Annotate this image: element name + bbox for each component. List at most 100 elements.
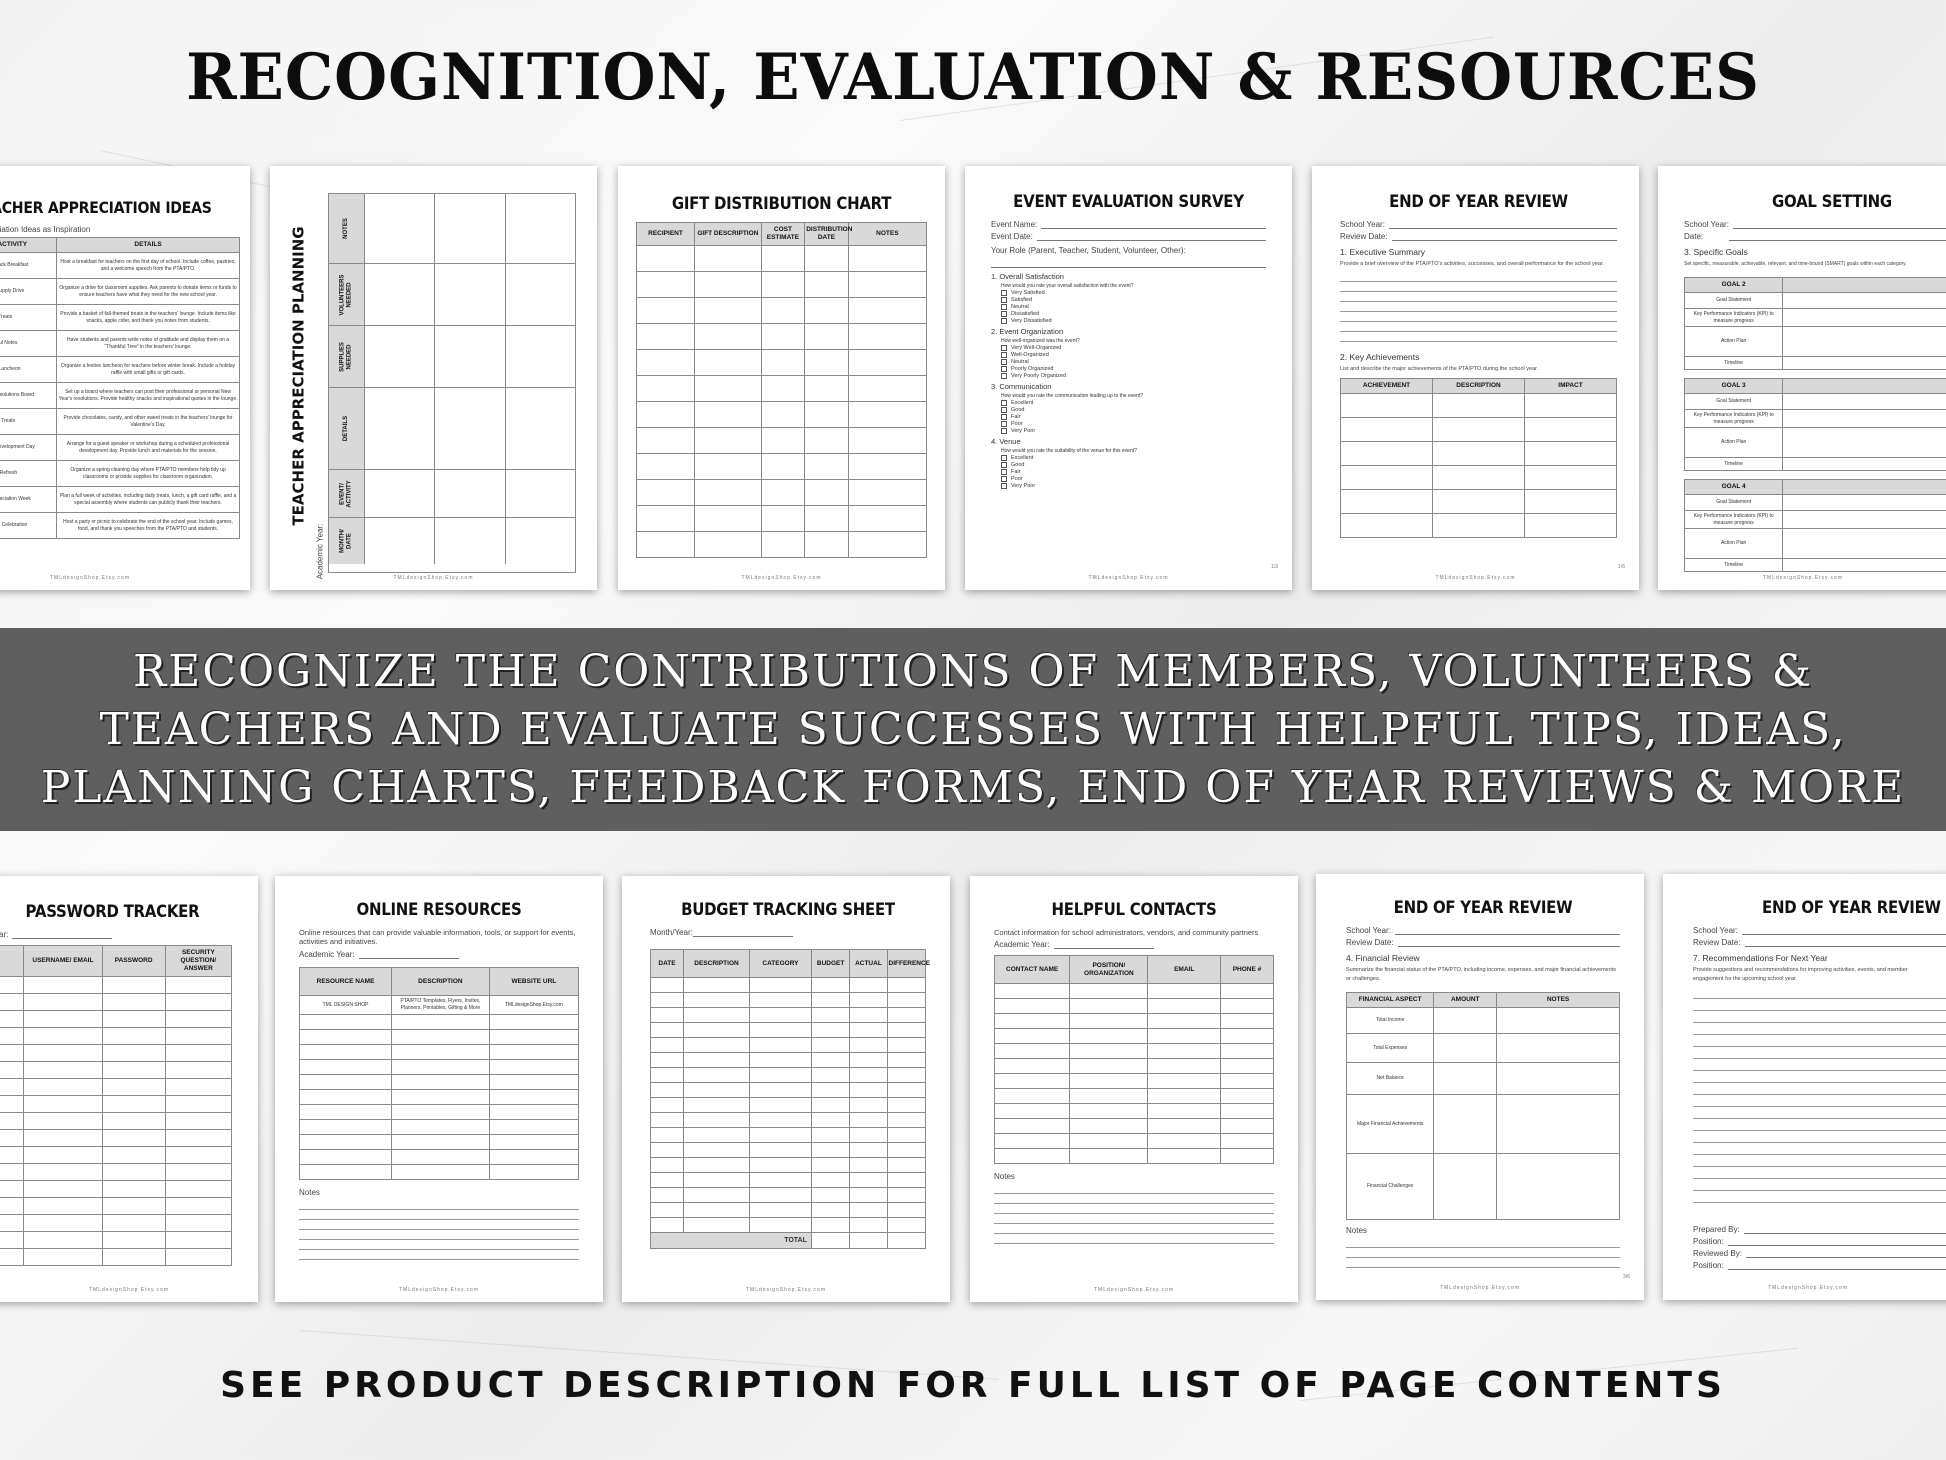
table-cell[interactable]	[749, 1037, 812, 1053]
table-cell[interactable]	[749, 1082, 812, 1098]
school-year-field[interactable]: School Year:	[1693, 926, 1946, 935]
writing-line[interactable]	[1693, 1167, 1946, 1179]
table-cell[interactable]	[1432, 513, 1525, 538]
signoff-field[interactable]: Position:	[1693, 1237, 1946, 1246]
table-cell[interactable]	[1147, 998, 1221, 1014]
table-cell[interactable]	[1147, 983, 1221, 999]
school-year-field[interactable]: School Year:	[1346, 926, 1620, 935]
table-cell[interactable]	[847, 349, 928, 376]
table-cell[interactable]	[749, 992, 812, 1008]
table-cell[interactable]	[804, 453, 849, 480]
table-cell[interactable]	[650, 1187, 684, 1203]
table-cell[interactable]	[804, 401, 849, 428]
checkbox-icon[interactable]	[1001, 373, 1007, 379]
table-cell[interactable]	[849, 1007, 888, 1023]
table-cell[interactable]	[683, 1097, 750, 1113]
table-cell[interactable]	[391, 1059, 490, 1075]
checkbox-icon[interactable]	[1001, 352, 1007, 358]
table-cell[interactable]	[1524, 489, 1617, 514]
table-cell[interactable]	[694, 375, 762, 402]
table-cell[interactable]	[506, 518, 575, 564]
table-cell[interactable]	[488, 1104, 580, 1120]
table-cell[interactable]	[23, 993, 103, 1011]
table-cell[interactable]	[23, 1163, 103, 1181]
table-cell[interactable]	[650, 1007, 684, 1023]
writing-line[interactable]	[1693, 1191, 1946, 1203]
table-cell[interactable]	[636, 297, 695, 324]
table-cell[interactable]	[683, 992, 750, 1008]
table-cell[interactable]	[683, 1217, 750, 1233]
table-cell[interactable]	[993, 998, 1071, 1014]
table-cell[interactable]	[488, 1134, 580, 1150]
notes-cell[interactable]	[1496, 1153, 1620, 1220]
writing-line[interactable]	[1693, 1035, 1946, 1047]
checkbox-icon[interactable]	[1001, 483, 1007, 489]
checkbox-icon[interactable]	[1001, 414, 1007, 420]
table-cell[interactable]	[1147, 1043, 1221, 1059]
table-cell[interactable]	[488, 1029, 580, 1045]
writing-line[interactable]	[1693, 1047, 1946, 1059]
table-cell[interactable]	[488, 1074, 580, 1090]
writing-line[interactable]	[1693, 1011, 1946, 1023]
table-cell[interactable]	[650, 1202, 684, 1218]
table-cell[interactable]	[1432, 393, 1525, 418]
writing-line[interactable]	[1693, 1071, 1946, 1083]
table-cell[interactable]	[391, 1014, 490, 1030]
table-cell[interactable]	[847, 401, 928, 428]
table-cell[interactable]	[993, 1073, 1071, 1089]
table-cell[interactable]	[164, 1231, 233, 1249]
role-input-line[interactable]	[991, 258, 1266, 268]
table-cell[interactable]	[993, 1103, 1071, 1119]
recommendation-lines[interactable]	[1693, 987, 1946, 1203]
table-cell[interactable]	[1340, 513, 1433, 538]
checkbox-icon[interactable]	[1001, 345, 1007, 351]
table-cell[interactable]	[101, 1129, 166, 1147]
table-cell[interactable]	[506, 388, 575, 469]
table-cell[interactable]	[391, 1089, 490, 1105]
table-cell[interactable]	[164, 1095, 233, 1113]
checkbox-option[interactable]: Poor	[1001, 421, 1266, 427]
sheet-end-of-year-review-recommendations[interactable]: END OF YEAR REVIEW School Year: Review D…	[1663, 874, 1946, 1300]
table-cell[interactable]	[804, 297, 849, 324]
table-cell[interactable]	[993, 1133, 1071, 1149]
table-cell[interactable]	[1782, 494, 1946, 511]
table-cell[interactable]	[886, 1112, 926, 1128]
review-date-field[interactable]: Review Date:	[1340, 232, 1617, 241]
table-cell[interactable]	[0, 1112, 25, 1130]
table-cell[interactable]	[636, 245, 695, 272]
writing-line[interactable]	[1693, 999, 1946, 1011]
table-cell[interactable]	[0, 1027, 25, 1045]
table-cell[interactable]	[886, 1157, 926, 1173]
table-cell[interactable]	[886, 1097, 926, 1113]
table-cell[interactable]	[0, 1214, 25, 1232]
writing-line[interactable]	[1693, 1107, 1946, 1119]
notes-cell[interactable]	[1496, 1094, 1620, 1154]
table-cell[interactable]	[749, 1127, 812, 1143]
checkbox-option[interactable]: Dissatisfied	[1001, 311, 1266, 317]
table-cell[interactable]	[1069, 1058, 1149, 1074]
table-cell[interactable]	[0, 976, 25, 994]
table-cell[interactable]	[506, 194, 575, 263]
checkbox-option[interactable]: Very Dissatisfied	[1001, 318, 1266, 324]
checkbox-option[interactable]: Fair	[1001, 414, 1266, 420]
table-cell[interactable]	[760, 375, 806, 402]
table-cell[interactable]	[298, 1134, 393, 1150]
table-cell[interactable]	[760, 505, 806, 532]
table-cell[interactable]	[0, 1248, 25, 1266]
table-cell[interactable]	[683, 1112, 750, 1128]
table-cell[interactable]	[694, 297, 762, 324]
table-cell[interactable]	[0, 1010, 25, 1028]
checkbox-option[interactable]: Very Well-Organized	[1001, 345, 1266, 351]
table-cell[interactable]	[636, 401, 695, 428]
resource-cell[interactable]: TMLdesignShop.Etsy.com	[488, 995, 580, 1015]
table-cell[interactable]	[749, 1007, 812, 1023]
table-cell[interactable]	[298, 1044, 393, 1060]
writing-line[interactable]	[1693, 1131, 1946, 1143]
table-cell[interactable]	[1147, 1013, 1221, 1029]
table-cell[interactable]	[0, 1095, 25, 1113]
table-cell[interactable]	[749, 977, 812, 993]
notes-cell[interactable]	[1496, 1033, 1620, 1063]
table-cell[interactable]	[0, 993, 25, 1011]
checkbox-icon[interactable]	[1001, 462, 1007, 468]
table-cell[interactable]	[849, 1172, 888, 1188]
